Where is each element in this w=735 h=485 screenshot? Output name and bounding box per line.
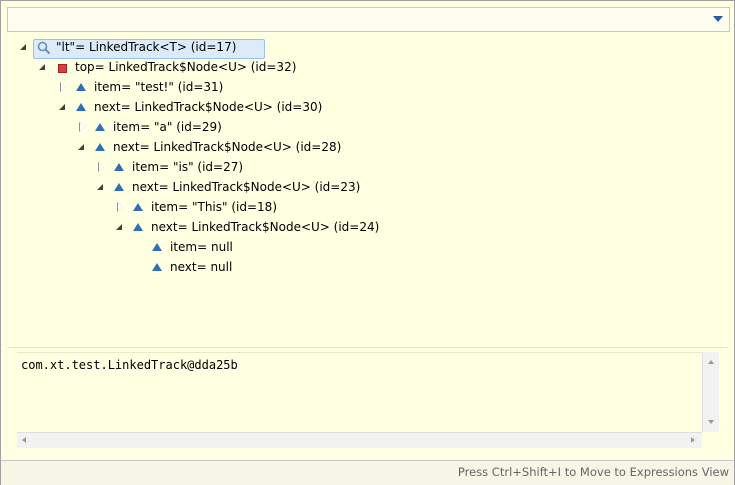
tree-row-next[interactable]: next= LinkedTrack$Node<U> (id=24) — [1, 217, 734, 237]
tree-row-item[interactable]: item= "a" (id=29) — [1, 117, 734, 137]
scroll-right-icon[interactable] — [691, 437, 695, 443]
blue-triangle-icon — [76, 82, 86, 92]
vertical-scrollbar[interactable] — [702, 352, 719, 432]
tree-node-label: next= LinkedTrack$Node<U> (id=30) — [94, 100, 323, 114]
tree-row-item[interactable]: item= "is" (id=27) — [1, 157, 734, 177]
blue-triangle-icon — [152, 262, 162, 272]
red-square-icon — [58, 64, 67, 73]
tree-row-next[interactable]: next= null — [1, 257, 734, 277]
blue-triangle-icon — [133, 202, 143, 212]
tree-node-label: item= null — [170, 240, 233, 254]
chevron-down-icon[interactable] — [713, 16, 723, 22]
expand-toggle-icon[interactable] — [96, 177, 106, 197]
status-hint: Press Ctrl+Shift+I to Move to Expression… — [457, 465, 729, 479]
popup-toolbar — [7, 7, 730, 32]
tree-node-label: next= null — [170, 260, 233, 274]
tree-node-label: "lt"= LinkedTrack<T> (id=17) — [56, 40, 237, 54]
tree-row-item[interactable]: item= "This" (id=18) — [1, 197, 734, 217]
variables-tree: "lt"= LinkedTrack<T> (id=17) top= Linked… — [1, 37, 734, 347]
status-bar: Press Ctrl+Shift+I to Move to Expression… — [1, 460, 734, 485]
collapsed-toggle-icon[interactable] — [78, 117, 88, 137]
blue-triangle-icon — [76, 102, 86, 112]
blue-triangle-icon — [152, 242, 162, 252]
blue-triangle-icon — [95, 142, 105, 152]
blue-triangle-icon — [114, 162, 124, 172]
scroll-left-icon[interactable] — [22, 437, 26, 443]
tree-node-label: item= "This" (id=18) — [151, 200, 277, 214]
scroll-down-icon[interactable] — [708, 420, 714, 424]
expand-toggle-icon[interactable] — [115, 217, 125, 237]
tree-node-label: item= "a" (id=29) — [113, 120, 222, 134]
tree-row-next[interactable]: next= LinkedTrack$Node<U> (id=30) — [1, 97, 734, 117]
expand-toggle-icon[interactable] — [38, 57, 48, 77]
tree-row-item[interactable]: item= "test!" (id=31) — [1, 77, 734, 97]
blue-triangle-icon — [114, 182, 124, 192]
collapsed-toggle-icon[interactable] — [97, 157, 107, 177]
tree-node-label: item= "test!" (id=31) — [94, 80, 224, 94]
scroll-up-icon[interactable] — [708, 360, 714, 364]
expand-toggle-icon[interactable] — [77, 137, 87, 157]
tree-row-top[interactable]: top= LinkedTrack$Node<U> (id=32) — [1, 57, 734, 77]
tree-row-root[interactable]: "lt"= LinkedTrack<T> (id=17) — [1, 37, 734, 59]
tree-row-next[interactable]: next= LinkedTrack$Node<U> (id=23) — [1, 177, 734, 197]
expression-hover-popup: "lt"= LinkedTrack<T> (id=17) top= Linked… — [0, 0, 735, 485]
tree-node-label: next= LinkedTrack$Node<U> (id=23) — [132, 180, 361, 194]
tree-row-item[interactable]: item= null — [1, 237, 734, 257]
horizontal-scrollbar[interactable] — [17, 432, 702, 448]
detail-value[interactable]: com.xt.test.LinkedTrack@dda25b — [21, 358, 238, 372]
tree-node-label: item= "is" (id=27) — [132, 160, 244, 174]
expand-toggle-icon[interactable] — [58, 97, 68, 117]
blue-triangle-icon — [133, 222, 143, 232]
collapsed-toggle-icon[interactable] — [59, 77, 69, 97]
tree-node-label: top= LinkedTrack$Node<U> (id=32) — [75, 60, 297, 74]
tree-row-next[interactable]: next= LinkedTrack$Node<U> (id=28) — [1, 137, 734, 157]
tree-node-label: next= LinkedTrack$Node<U> (id=24) — [151, 220, 380, 234]
search-icon — [37, 41, 51, 55]
blue-triangle-icon — [95, 122, 105, 132]
expand-toggle-icon[interactable] — [19, 37, 29, 57]
collapsed-toggle-icon[interactable] — [116, 197, 126, 217]
tree-node-label: next= LinkedTrack$Node<U> (id=28) — [113, 140, 342, 154]
pane-divider[interactable] — [7, 347, 728, 348]
